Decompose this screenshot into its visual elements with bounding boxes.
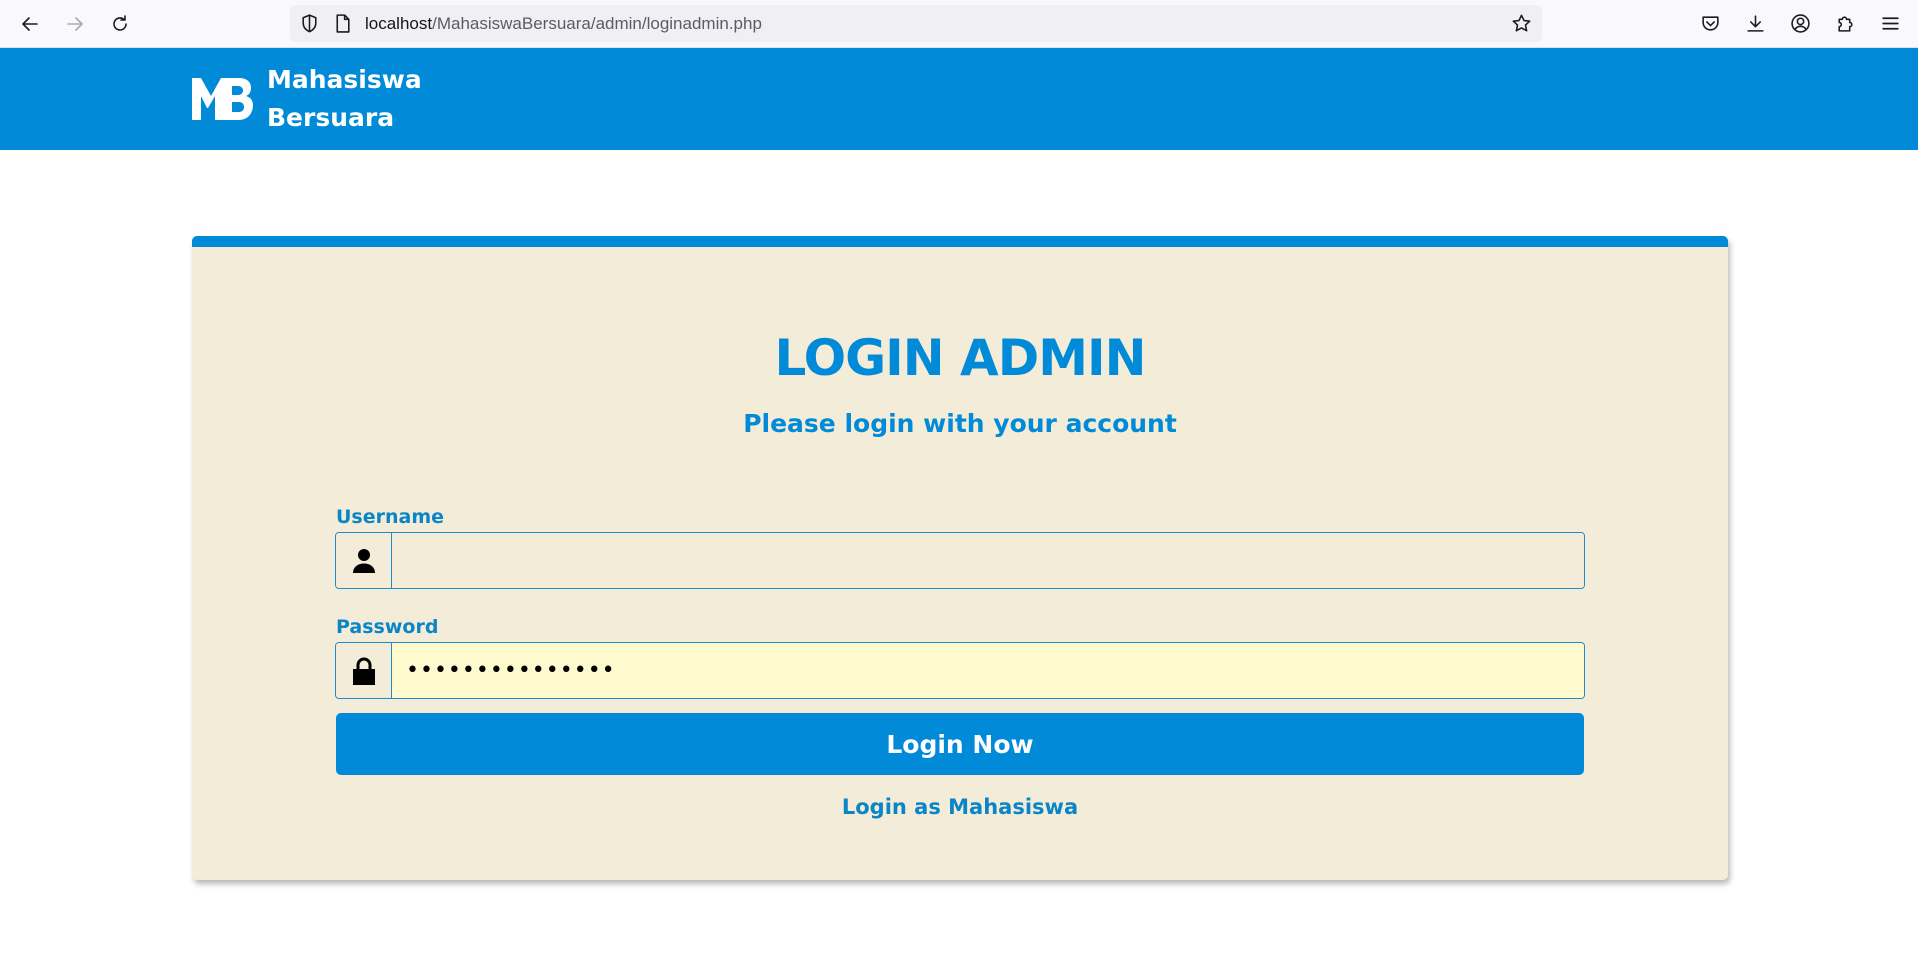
account-icon [1790, 13, 1810, 33]
login-now-button[interactable]: Login Now [336, 713, 1584, 775]
download-icon [1746, 14, 1764, 32]
star-icon[interactable] [1511, 13, 1532, 34]
logo[interactable] [190, 74, 256, 122]
login-as-mahasiswa-link[interactable]: Login as Mahasiswa [842, 795, 1078, 819]
username-field-group [335, 532, 1585, 589]
shield-icon[interactable] [299, 13, 320, 34]
forward-button[interactable] [60, 9, 90, 39]
logo-mark-icon [192, 78, 253, 120]
password-input[interactable]: ••••••••••••••• [392, 643, 1584, 698]
password-field-group: ••••••••••••••• [335, 642, 1585, 699]
puzzle-icon [1837, 15, 1853, 32]
password-label: Password [336, 616, 439, 638]
brand-line-2: Bersuara [267, 103, 395, 132]
arrow-right-icon [67, 17, 83, 31]
reload-icon [113, 15, 127, 31]
hamburger-menu-icon [1881, 16, 1899, 30]
arrow-left-icon [22, 17, 38, 31]
app-menu-button[interactable] [1877, 10, 1903, 36]
page-title: LOGIN ADMIN [774, 329, 1147, 387]
password-addon [336, 643, 392, 698]
user-icon [352, 548, 375, 573]
extensions-button[interactable] [1832, 10, 1858, 36]
username-input[interactable] [392, 533, 1584, 588]
reload-button[interactable] [105, 9, 135, 39]
username-label: Username [336, 506, 445, 528]
brand-line-1: Mahasiswa [267, 65, 422, 94]
page-subtitle: Please login with your account [743, 409, 1177, 438]
page-icon[interactable] [332, 13, 353, 34]
url-text[interactable]: localhost/MahasiswaBersuara/admin/logina… [365, 14, 762, 34]
username-addon [336, 533, 392, 588]
browser-toolbar: localhost/MahasiswaBersuara/admin/logina… [0, 0, 1918, 48]
downloads-button[interactable] [1742, 10, 1768, 36]
url-host: localhost [365, 14, 433, 33]
back-button[interactable] [15, 9, 45, 39]
pocket-button[interactable] [1697, 10, 1723, 36]
account-button[interactable] [1787, 10, 1813, 36]
url-path: /MahasiswaBersuara/admin/loginadmin.php [432, 14, 762, 33]
url-bar[interactable]: localhost/MahasiswaBersuara/admin/logina… [290, 5, 1542, 42]
brand-name[interactable]: Mahasiswa Bersuara [267, 61, 422, 137]
alt-login-link-wrap: Login as Mahasiswa [192, 795, 1728, 819]
lock-icon [352, 657, 375, 685]
site-header: Mahasiswa Bersuara [0, 48, 1918, 150]
login-card: LOGIN ADMIN Please login with your accou… [192, 236, 1728, 880]
pocket-icon [1701, 15, 1719, 31]
